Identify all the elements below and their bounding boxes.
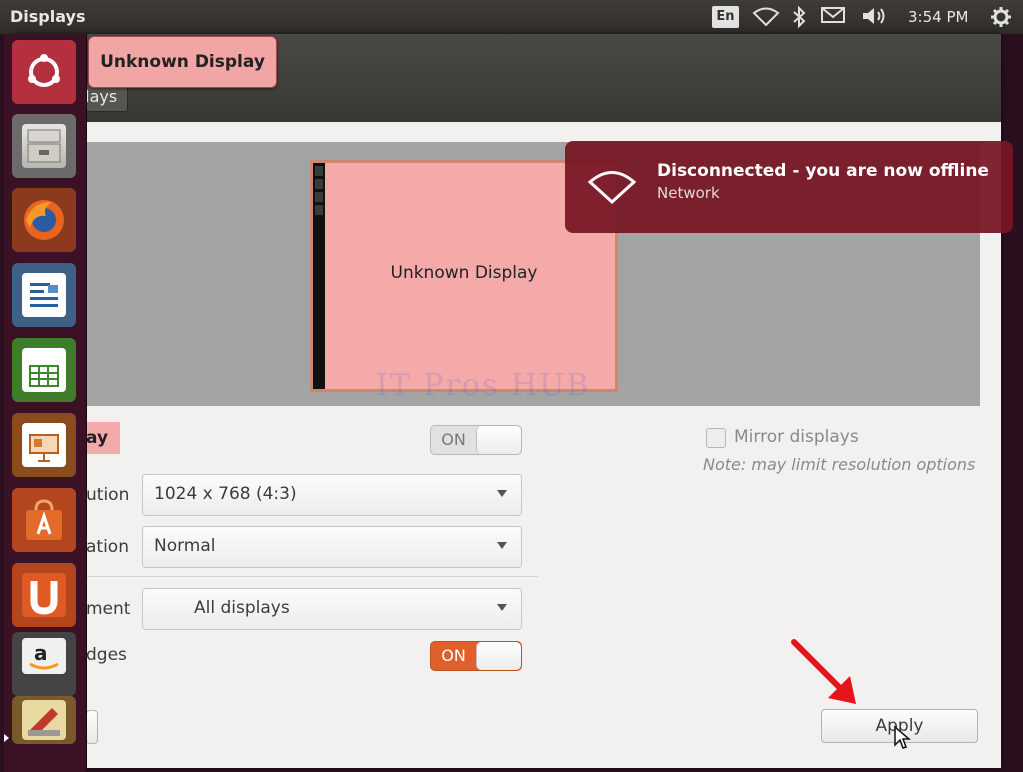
monitor-label: Unknown Display — [390, 263, 538, 283]
launcher-item-system-settings[interactable] — [12, 696, 76, 744]
launcher-item-files[interactable] — [12, 114, 76, 178]
running-indicator — [4, 734, 9, 742]
launcher-item-calc[interactable] — [12, 338, 76, 402]
display-switch-label: ON — [441, 430, 466, 449]
wifi-icon — [587, 169, 637, 209]
bluetooth-icon[interactable] — [792, 5, 806, 32]
sticky-edges-switch[interactable]: ON — [430, 641, 522, 671]
gear-icon[interactable] — [990, 6, 1012, 32]
settings-icon — [22, 700, 66, 740]
ubuntu-one-icon — [22, 573, 66, 617]
volume-icon[interactable] — [861, 6, 889, 30]
mirror-displays-checkbox[interactable] — [706, 428, 726, 448]
switch-knob — [476, 642, 521, 670]
wifi-icon[interactable] — [752, 6, 780, 30]
launcher-tooltip: Unknown Display — [88, 36, 277, 88]
annotation-arrow-icon — [791, 639, 856, 704]
launcher-placement-label: ment — [86, 599, 131, 619]
mirror-displays-note: Note: may limit resolution options — [703, 455, 976, 474]
top-panel: Displays En 3:54 PM — [0, 0, 1023, 34]
launcher-item-ubuntu-one[interactable] — [12, 563, 76, 627]
switch-knob — [476, 426, 521, 454]
resolution-value: 1024 x 768 (4:3) — [154, 484, 297, 504]
clock[interactable]: 3:54 PM — [908, 8, 968, 26]
resolution-label: ution — [86, 485, 130, 505]
rotation-label: ation — [86, 537, 129, 557]
launcher-placement-dropdown[interactable]: All displays — [142, 588, 522, 630]
network-notification: Disconnected - you are now offline Netwo… — [565, 141, 1013, 233]
display-on-switch[interactable]: ON — [430, 425, 522, 455]
notification-title: Disconnected - you are now offline — [657, 161, 989, 181]
amazon-icon: a — [22, 638, 66, 674]
mirror-displays-label[interactable]: Mirror displays — [734, 427, 859, 447]
display-name-label: ay — [86, 422, 120, 454]
sticky-edges-switch-label: ON — [441, 646, 466, 665]
file-cabinet-icon — [22, 124, 66, 168]
sticky-edges-label: dges — [86, 645, 127, 665]
writer-icon — [22, 273, 66, 317]
firefox-icon — [22, 198, 66, 242]
launcher-placement-value: All displays — [194, 598, 290, 618]
mail-icon[interactable] — [821, 6, 845, 28]
resolution-dropdown[interactable]: 1024 x 768 (4:3) — [142, 474, 522, 516]
active-window-title: Displays — [10, 7, 86, 26]
mouse-cursor-icon — [894, 725, 911, 749]
chevron-down-icon — [497, 604, 507, 611]
rotation-dropdown[interactable]: Normal — [142, 526, 522, 568]
svg-text:a: a — [34, 641, 48, 665]
impress-icon — [22, 423, 66, 467]
detect-displays-button[interactable] — [86, 710, 98, 744]
separator — [86, 576, 538, 577]
chevron-down-icon — [497, 490, 507, 497]
launcher-item-writer[interactable] — [12, 263, 76, 327]
launcher-item-dash-home[interactable] — [12, 40, 76, 104]
keyboard-layout-indicator[interactable]: En — [712, 6, 739, 28]
unity-launcher: a — [4, 34, 87, 772]
ubuntu-icon — [22, 50, 66, 94]
launcher-item-software-center[interactable] — [12, 488, 76, 552]
rotation-value: Normal — [154, 536, 216, 556]
calc-icon — [22, 348, 66, 392]
launcher-item-amazon[interactable]: a — [12, 632, 76, 696]
shopping-bag-icon — [22, 498, 66, 542]
launcher-item-impress[interactable] — [12, 413, 76, 477]
launcher-item-firefox[interactable] — [12, 188, 76, 252]
chevron-down-icon — [497, 542, 507, 549]
notification-subtitle: Network — [657, 184, 720, 202]
watermark-text: IT Pros HUB — [376, 368, 591, 403]
